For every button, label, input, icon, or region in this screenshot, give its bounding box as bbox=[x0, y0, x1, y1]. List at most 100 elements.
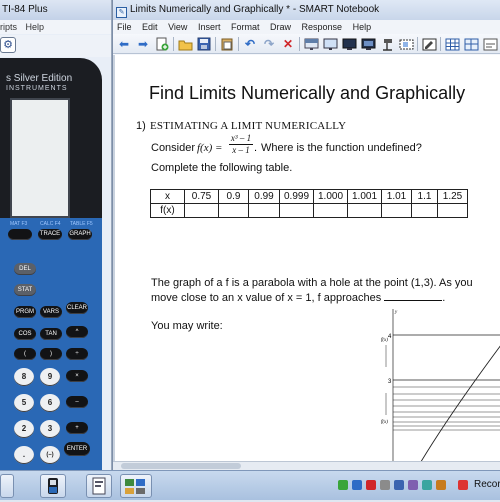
tray-sync-icon[interactable] bbox=[422, 480, 432, 490]
taskbar-notebook-button[interactable] bbox=[86, 474, 112, 498]
close-paren-key[interactable]: ) bbox=[40, 348, 62, 360]
table-cell-fx[interactable] bbox=[218, 203, 249, 218]
taskbar-apps-button[interactable] bbox=[120, 474, 152, 498]
table-cell-fx[interactable] bbox=[381, 203, 412, 218]
answer-blank[interactable] bbox=[384, 292, 443, 301]
tray-network-icon[interactable] bbox=[338, 480, 348, 490]
consider-label: Consider bbox=[151, 142, 196, 154]
table-cell-x: 1.01 bbox=[381, 189, 412, 204]
recorder-label[interactable]: Recor bbox=[474, 479, 500, 490]
ti84-menu-scripts[interactable]: ripts bbox=[0, 22, 17, 32]
table-cell-fx[interactable] bbox=[184, 203, 219, 218]
negative-key[interactable]: (–) bbox=[40, 446, 60, 464]
menu-help[interactable]: Help bbox=[353, 22, 372, 32]
key-8[interactable]: 8 bbox=[14, 368, 34, 386]
monitor-icon[interactable] bbox=[341, 36, 357, 52]
notebook-page[interactable]: Find Limits Numerically and Graphically … bbox=[115, 55, 500, 461]
decimal-key[interactable]: . bbox=[14, 446, 34, 464]
capture-icon[interactable] bbox=[398, 36, 414, 52]
table-cell-fx[interactable] bbox=[248, 203, 280, 218]
calculator-screen bbox=[10, 98, 70, 218]
horizontal-scrollbar[interactable] bbox=[113, 461, 500, 470]
scrollbar-thumb[interactable] bbox=[121, 463, 241, 469]
add-page-icon[interactable] bbox=[154, 36, 170, 52]
calculator-keypad: MAT F3 CALC F4 TABLE F5 TRACE GRAPH DEL … bbox=[0, 218, 102, 470]
clear-key[interactable]: CLEAR bbox=[66, 302, 88, 314]
key-2[interactable]: 2 bbox=[14, 420, 34, 438]
menu-insert[interactable]: Insert bbox=[198, 22, 221, 32]
ti84-menu-help[interactable]: Help bbox=[26, 22, 45, 32]
notebook-app-icon: ✎ bbox=[116, 7, 127, 18]
table-cell-x: 0.75 bbox=[184, 189, 219, 204]
delete-icon[interactable]: ✕ bbox=[280, 36, 296, 52]
stat-key[interactable]: STAT bbox=[14, 284, 36, 296]
cos-key[interactable]: COS bbox=[14, 328, 36, 340]
notebook-title-bar[interactable]: ✎ Limits Numerically and Graphically * - … bbox=[113, 0, 500, 20]
pen-icon[interactable] bbox=[421, 36, 437, 52]
taskbar-ti84-button[interactable] bbox=[40, 474, 66, 498]
formula-fraction: x³ – 1 x – 1 bbox=[229, 133, 253, 156]
vars-key[interactable]: VARS bbox=[40, 306, 62, 318]
more-icon[interactable] bbox=[482, 36, 498, 52]
key-6[interactable]: 6 bbox=[40, 394, 60, 412]
open-folder-icon[interactable] bbox=[177, 36, 193, 52]
undo-icon[interactable]: ↶ bbox=[242, 36, 258, 52]
multiply-key[interactable]: × bbox=[66, 370, 88, 382]
grid-icon[interactable] bbox=[463, 36, 479, 52]
menu-draw[interactable]: Draw bbox=[270, 22, 291, 32]
paste-icon[interactable] bbox=[219, 36, 235, 52]
key-5[interactable]: 5 bbox=[14, 394, 34, 412]
tray-alert-icon[interactable] bbox=[366, 480, 376, 490]
tan-key[interactable]: TAN bbox=[40, 328, 62, 340]
menu-response[interactable]: Response bbox=[302, 22, 343, 32]
monitor-alt-icon[interactable] bbox=[360, 36, 376, 52]
minus-key[interactable]: – bbox=[66, 396, 88, 408]
table-cell-fx[interactable] bbox=[313, 203, 348, 218]
del-key[interactable]: DEL bbox=[14, 263, 36, 275]
table-icon[interactable] bbox=[444, 36, 460, 52]
formula-denominator: x – 1 bbox=[232, 145, 250, 155]
plus-key[interactable]: + bbox=[66, 422, 88, 434]
back-arrow-icon[interactable]: ⬅ bbox=[116, 36, 132, 52]
fn-label-mat: MAT F3 bbox=[10, 221, 28, 227]
forward-arrow-icon[interactable]: ➡ bbox=[135, 36, 151, 52]
formula-suffix: . bbox=[254, 142, 258, 154]
table-cell-x: 1.000 bbox=[313, 189, 348, 204]
key-9[interactable]: 9 bbox=[40, 368, 60, 386]
ti84-gear-icon[interactable]: ⚙ bbox=[0, 37, 16, 53]
screen-shade-icon[interactable] bbox=[303, 36, 319, 52]
menu-file[interactable]: File bbox=[117, 22, 132, 32]
record-icon[interactable] bbox=[458, 480, 468, 490]
save-icon[interactable] bbox=[196, 36, 212, 52]
tray-volume-icon[interactable] bbox=[380, 480, 390, 490]
document-camera-icon[interactable] bbox=[379, 36, 395, 52]
prgm-key[interactable]: PRGM bbox=[14, 306, 36, 318]
open-paren-key[interactable]: ( bbox=[14, 348, 36, 360]
menu-view[interactable]: View bbox=[168, 22, 187, 32]
tray-app-icon[interactable] bbox=[408, 480, 418, 490]
graph-description-line-2: move close to an x value of x = 1, f app… bbox=[151, 292, 445, 304]
tray-bluetooth-icon[interactable] bbox=[352, 480, 362, 490]
start-button[interactable] bbox=[0, 474, 14, 498]
key-3[interactable]: 3 bbox=[40, 420, 60, 438]
trace-key[interactable]: TRACE bbox=[38, 229, 62, 240]
fn-label-calc: CALC F4 bbox=[40, 221, 61, 227]
graph-key[interactable]: GRAPH bbox=[68, 229, 92, 240]
tray-power-icon[interactable] bbox=[436, 480, 446, 490]
table-cell-fx[interactable] bbox=[279, 203, 314, 218]
table-cell-fx[interactable] bbox=[411, 203, 438, 218]
power-key[interactable]: ^ bbox=[66, 326, 88, 338]
divide-key[interactable]: ÷ bbox=[66, 348, 88, 360]
menu-edit[interactable]: Edit bbox=[142, 22, 158, 32]
table-cell-x: 1.25 bbox=[437, 189, 468, 204]
redo-icon[interactable]: ↷ bbox=[261, 36, 277, 52]
table-cell-fx[interactable] bbox=[437, 203, 468, 218]
zoom-key[interactable] bbox=[8, 229, 32, 240]
formula-prefix: f(x) = bbox=[197, 142, 223, 154]
ti84-title-bar[interactable]: TI-84 Plus bbox=[0, 0, 111, 20]
menu-format[interactable]: Format bbox=[231, 22, 260, 32]
table-cell-fx[interactable] bbox=[347, 203, 382, 218]
tray-display-icon[interactable] bbox=[394, 480, 404, 490]
enter-key[interactable]: ENTER bbox=[64, 442, 90, 456]
display-icon[interactable] bbox=[322, 36, 338, 52]
